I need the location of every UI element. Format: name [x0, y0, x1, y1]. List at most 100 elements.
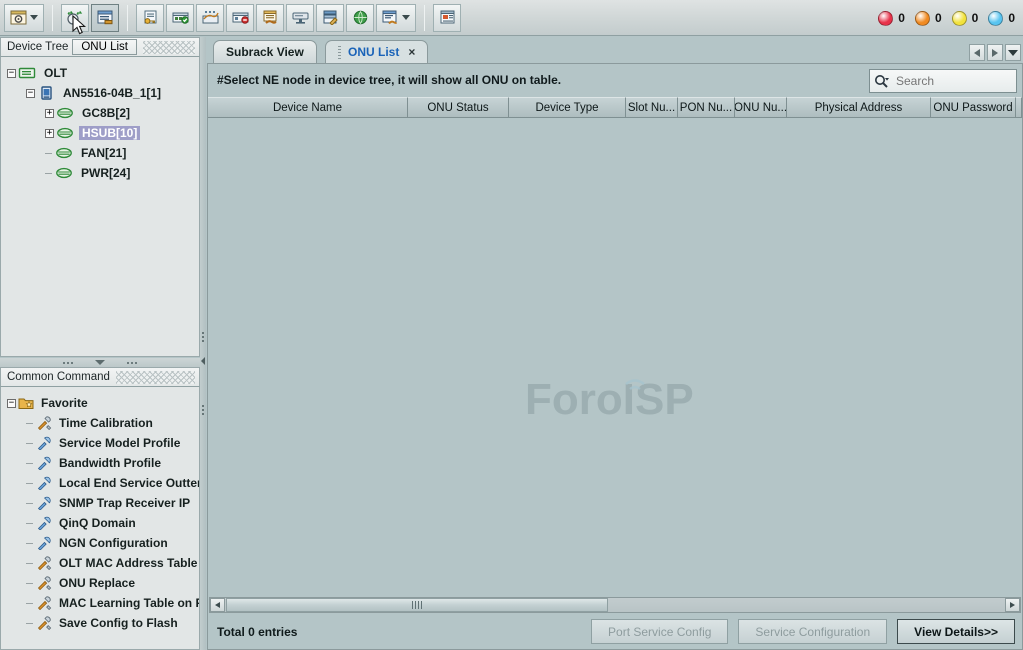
tools-icon-wrap — [36, 556, 54, 570]
device-icon — [37, 86, 55, 100]
command-item-onu-replace[interactable]: ONU Replace — [1, 573, 199, 593]
splitter-grip-right — [127, 362, 137, 364]
tree-node-gc8b-2[interactable]: +GC8B[2] — [1, 103, 199, 123]
search-icon[interactable] — [874, 74, 890, 88]
table-horizontal-scrollbar[interactable] — [209, 597, 1021, 613]
chevron-down-icon[interactable] — [402, 15, 410, 20]
tab-onu-list[interactable]: ONU List × — [325, 40, 428, 63]
tools-icon-wrap — [36, 616, 54, 630]
column-header-pon-nu[interactable]: PON Nu... — [678, 97, 735, 118]
tools-icon — [36, 576, 52, 590]
search-input[interactable] — [894, 73, 1023, 89]
tree-node-olt[interactable]: −OLT — [1, 63, 199, 83]
network-window-button[interactable] — [4, 4, 44, 32]
scrollbar-track[interactable] — [608, 598, 1005, 612]
tree-node-fan-21[interactable]: FAN[21] — [1, 143, 199, 163]
tree-node-hsub-10[interactable]: +HSUB[10] — [1, 123, 199, 143]
report-button[interactable] — [433, 4, 461, 32]
onu-list-button[interactable] — [91, 4, 119, 32]
collapse-down-icon[interactable] — [95, 360, 105, 365]
auth-config-button[interactable] — [136, 4, 164, 32]
expand-node-icon[interactable]: + — [45, 129, 54, 138]
tools-icon — [36, 416, 52, 430]
alarm-warning[interactable]: 0 — [988, 11, 1015, 26]
scroll-right-button[interactable] — [1005, 598, 1020, 612]
command-item-qinq-domain[interactable]: QinQ Domain — [1, 513, 199, 533]
tree-leaf-connector — [45, 153, 52, 154]
rack-button[interactable] — [286, 4, 314, 32]
command-item-snmp-trap-receiver-ip[interactable]: SNMP Trap Receiver IP — [1, 493, 199, 513]
window-hand-button[interactable] — [376, 4, 416, 32]
view-details-button[interactable]: View Details>> — [897, 619, 1015, 644]
alarm-major[interactable]: 0 — [915, 11, 942, 26]
tree-leaf-connector — [26, 483, 33, 484]
toolbar-group-view — [0, 3, 48, 33]
tree-node-an5516-04b-1-1[interactable]: −AN5516-04B_1[1] — [1, 83, 199, 103]
time-sync-button[interactable] — [61, 4, 89, 32]
command-item-label: Service Model Profile — [59, 436, 180, 450]
tab-close-icon[interactable]: × — [408, 45, 415, 59]
command-item-label: NGN Configuration — [59, 536, 168, 550]
tab-drag-dots-icon — [338, 46, 341, 59]
column-header-slot-nu[interactable]: Slot Nu... — [626, 97, 678, 118]
splitter-grip-left — [63, 362, 73, 364]
command-root-favorite[interactable]: −Favorite — [1, 393, 199, 413]
collapse-node-icon[interactable]: − — [7, 69, 16, 78]
tab-scroll-right-button[interactable] — [987, 44, 1003, 61]
tab-strip: Subrack View ONU List × — [207, 40, 1023, 64]
command-item-service-model-profile[interactable]: Service Model Profile — [1, 433, 199, 453]
alarm-critical[interactable]: 0 — [878, 11, 905, 26]
server-config-button[interactable] — [316, 4, 344, 32]
tab-subrack-view[interactable]: Subrack View — [213, 40, 317, 63]
column-header-device-name[interactable]: Device Name — [208, 97, 408, 118]
drag-hatch[interactable] — [143, 41, 195, 54]
toolbar-separator — [127, 5, 128, 31]
config-hand-button[interactable] — [256, 4, 284, 32]
command-item-mac-learning-table-on-p[interactable]: MAC Learning Table on P — [1, 593, 199, 613]
chevron-down-icon[interactable] — [30, 15, 38, 20]
command-item-local-end-service-outter[interactable]: Local End Service Outter — [1, 473, 199, 493]
drag-hatch[interactable] — [116, 371, 195, 384]
column-header-onu-password[interactable]: ONU Password — [931, 97, 1016, 118]
chevron-right-icon — [1010, 602, 1015, 608]
common-command-body[interactable]: −FavoriteTime Calibration Service Model P… — [0, 387, 200, 650]
command-item-ngn-configuration[interactable]: NGN Configuration — [1, 533, 199, 553]
document-key-icon — [142, 10, 159, 25]
device-tree-body[interactable]: −OLT−AN5516-04B_1[1]+GC8B[2]+HSUB[10]FAN… — [0, 57, 200, 357]
scrollbar-thumb[interactable] — [226, 598, 608, 612]
wrench-icon-wrap — [36, 516, 54, 530]
topology-button[interactable] — [196, 4, 224, 32]
column-header-onu-status[interactable]: ONU Status — [408, 97, 509, 118]
onu-table-body[interactable]: ForoISP — [208, 118, 1022, 596]
column-header-device-type[interactable]: Device Type — [509, 97, 626, 118]
command-item-bandwidth-profile[interactable]: Bandwidth Profile — [1, 453, 199, 473]
device-remove-button[interactable] — [226, 4, 254, 32]
collapse-node-icon[interactable]: − — [7, 399, 16, 408]
command-item-olt-mac-address-table[interactable]: OLT MAC Address Table — [1, 553, 199, 573]
global-button[interactable] — [346, 4, 374, 32]
wrench-icon — [36, 476, 52, 490]
search-box[interactable] — [869, 69, 1017, 93]
column-header-onu-nu[interactable]: ONU Nu... — [735, 97, 787, 118]
collapse-left-icon[interactable] — [200, 355, 206, 367]
alarm-critical-dot-icon — [878, 11, 893, 26]
tab-navigation — [969, 44, 1021, 61]
device-add-button[interactable] — [166, 4, 194, 32]
tree-node-pwr-24[interactable]: PWR[24] — [1, 163, 199, 183]
command-item-time-calibration[interactable]: Time Calibration — [1, 413, 199, 433]
tab-scroll-left-button[interactable] — [969, 44, 985, 61]
alarm-minor[interactable]: 0 — [952, 11, 979, 26]
command-item-save-config-to-flash[interactable]: Save Config to Flash — [1, 613, 199, 633]
tree-node-label: PWR[24] — [78, 166, 133, 180]
splitter-grip-lower — [202, 405, 204, 415]
device-tree-chip-onu-list[interactable]: ONU List — [72, 39, 137, 55]
column-header-physical-address[interactable]: Physical Address — [787, 97, 931, 118]
device-icon-wrap — [37, 86, 55, 100]
panel-splitter-vertical[interactable] — [200, 37, 206, 650]
panel-splitter-horizontal[interactable] — [0, 358, 200, 367]
collapse-node-icon[interactable]: − — [26, 89, 35, 98]
scroll-left-button[interactable] — [210, 598, 225, 612]
expand-node-icon[interactable]: + — [45, 109, 54, 118]
tab-list-button[interactable] — [1005, 44, 1021, 61]
column-header-spacer[interactable] — [1016, 97, 1022, 118]
